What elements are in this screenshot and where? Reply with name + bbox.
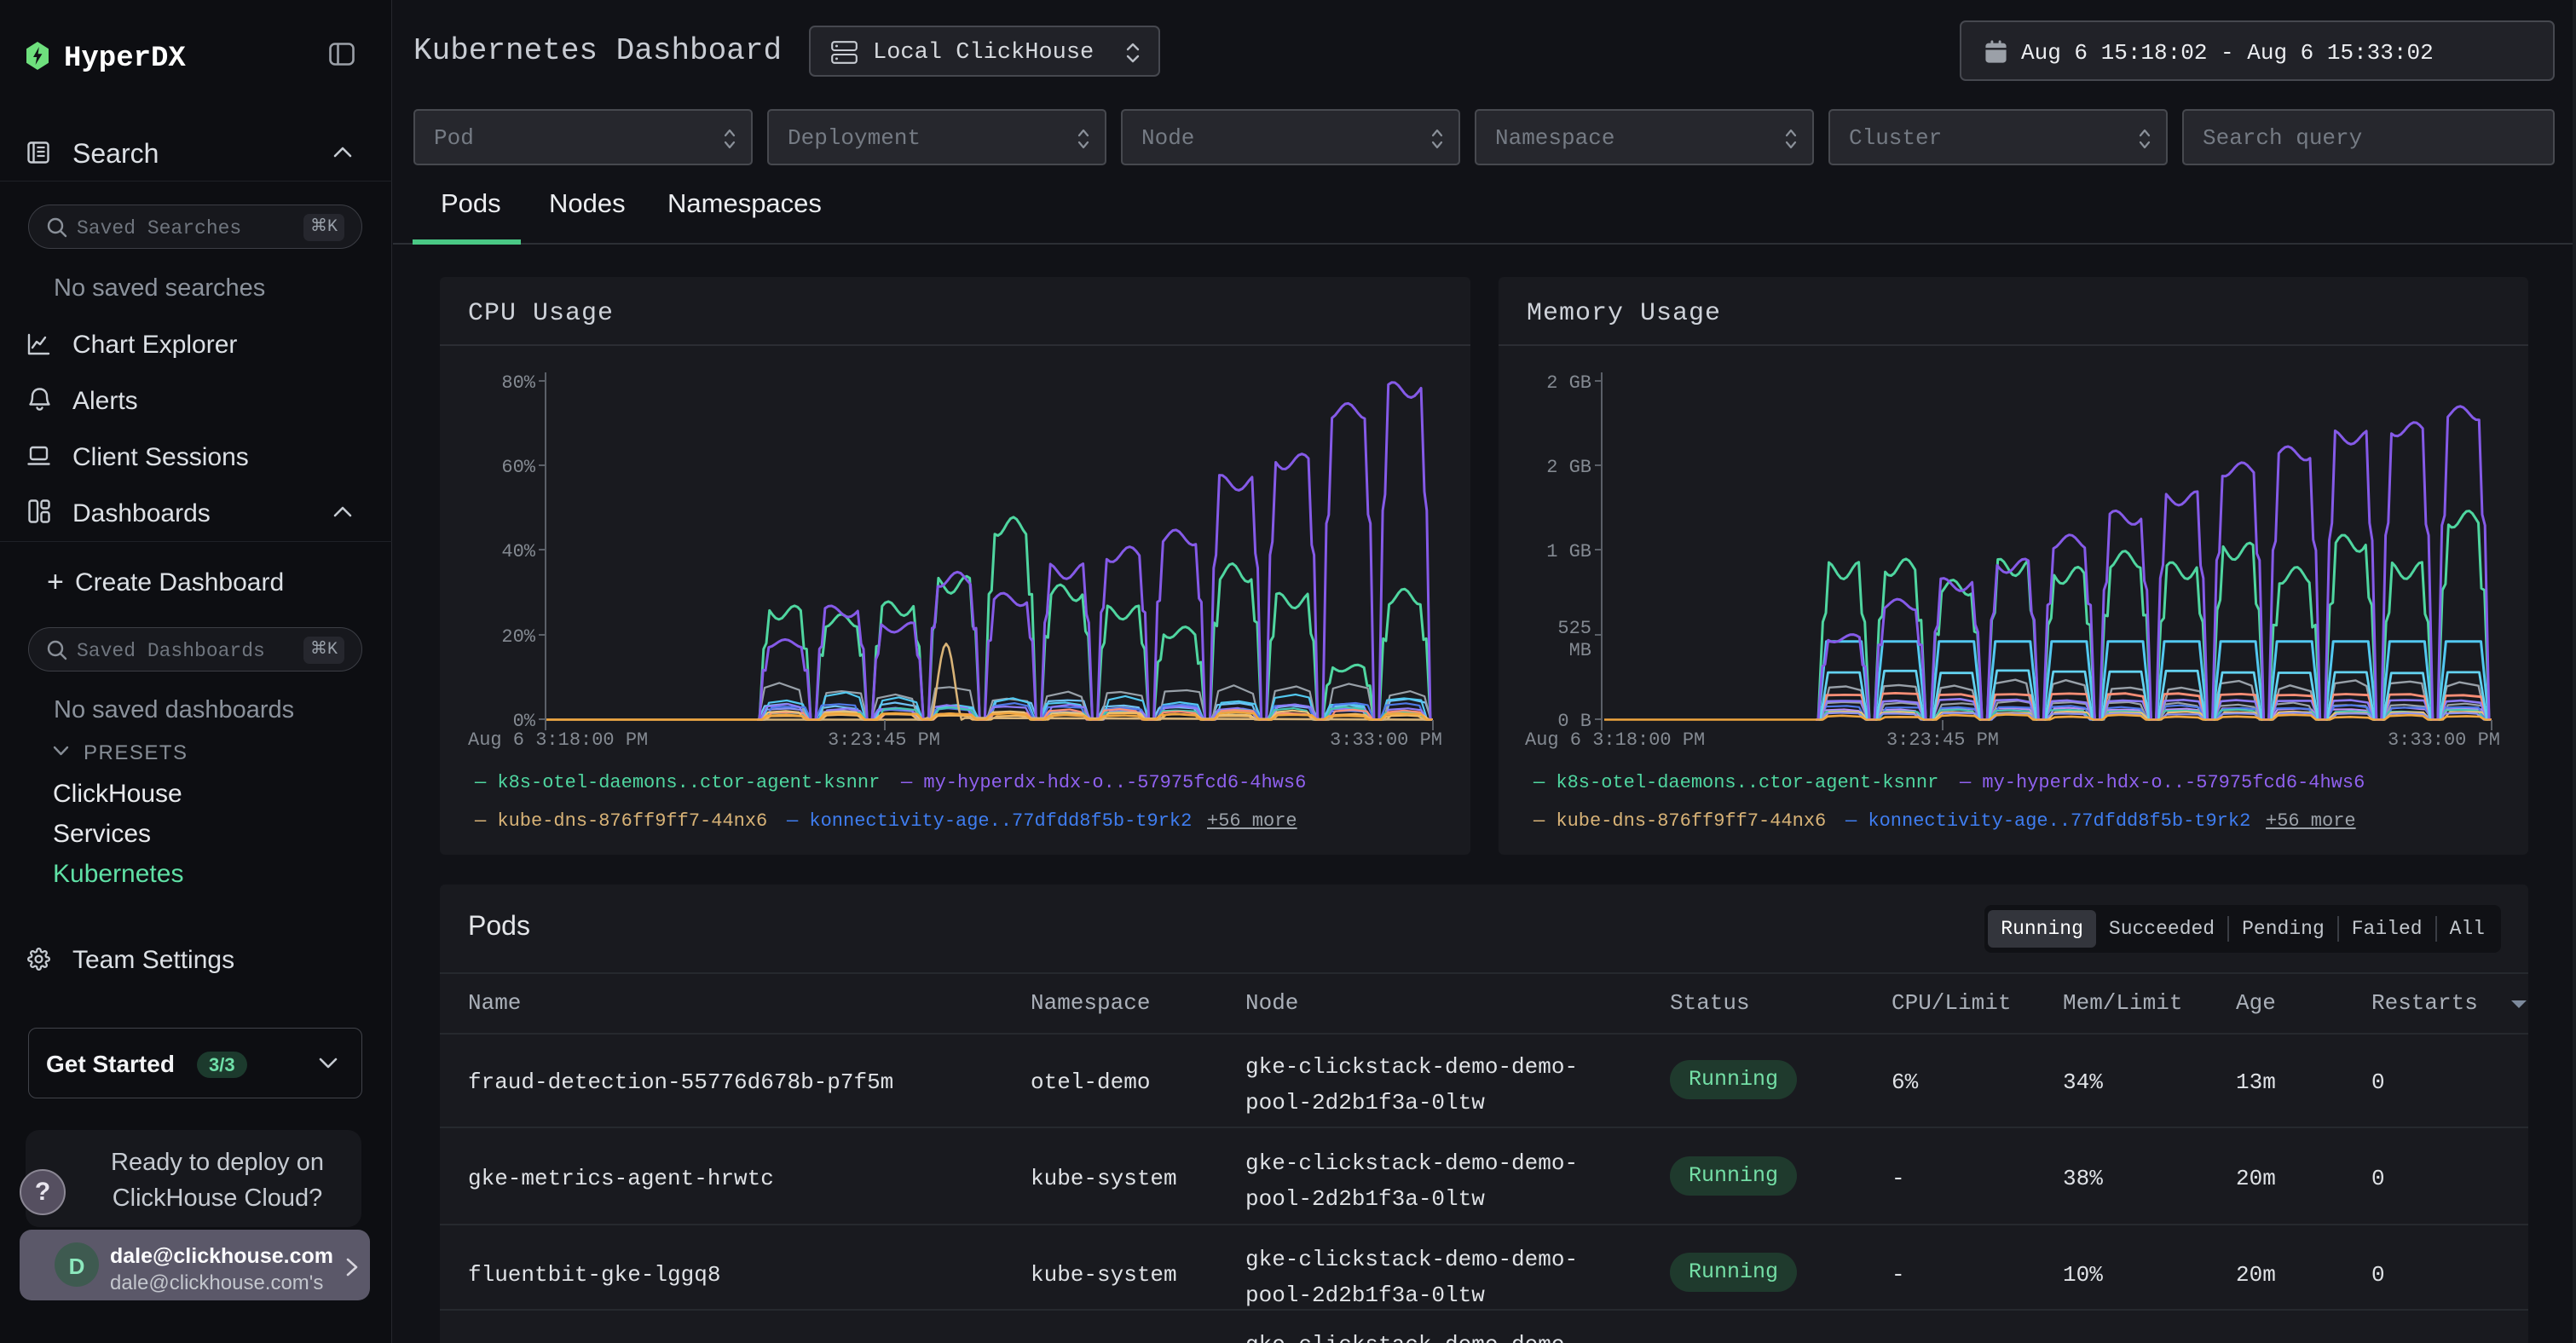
svg-text:525: 525 bbox=[1557, 618, 1591, 639]
svg-text:3:33:00 PM: 3:33:00 PM bbox=[2388, 729, 2500, 751]
svg-text:20%: 20% bbox=[501, 626, 535, 648]
svg-text:3:33:00 PM: 3:33:00 PM bbox=[1330, 729, 1442, 751]
svg-text:60%: 60% bbox=[501, 457, 535, 478]
svg-text:2 GB: 2 GB bbox=[1546, 372, 1591, 394]
svg-text:MB: MB bbox=[1569, 640, 1591, 661]
svg-text:3:23:45 PM: 3:23:45 PM bbox=[828, 729, 940, 751]
svg-text:Aug 6 3:18:00 PM: Aug 6 3:18:00 PM bbox=[468, 729, 648, 751]
svg-text:1 GB: 1 GB bbox=[1546, 541, 1591, 562]
svg-text:3:23:45 PM: 3:23:45 PM bbox=[1886, 729, 1999, 751]
svg-text:2 GB: 2 GB bbox=[1546, 457, 1591, 478]
svg-text:Aug 6 3:18:00 PM: Aug 6 3:18:00 PM bbox=[1525, 729, 1705, 751]
svg-text:40%: 40% bbox=[501, 541, 535, 562]
svg-text:80%: 80% bbox=[501, 372, 535, 394]
